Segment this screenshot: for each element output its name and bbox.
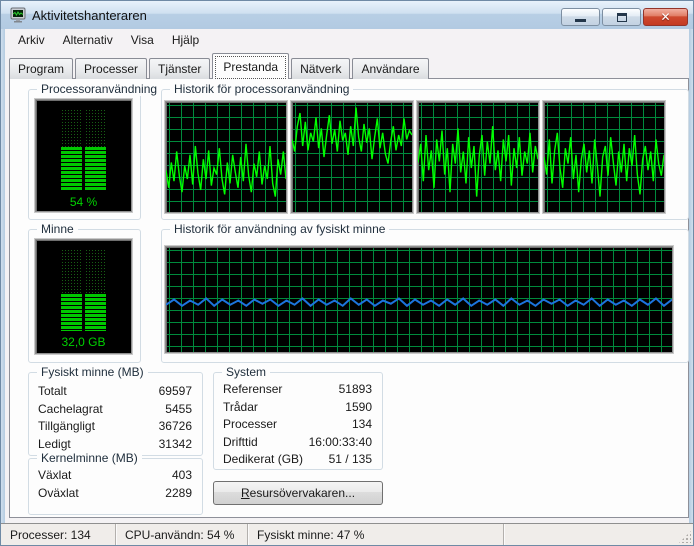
stat-row: Processer 134: [215, 416, 381, 434]
cpu-history-graph-2: [291, 101, 413, 213]
stat-label: Oväxlat: [38, 486, 79, 502]
tab-användare[interactable]: Användare: [352, 58, 428, 79]
window-frame-left: [1, 29, 5, 545]
status-panel-empty: [504, 524, 693, 545]
tab-strip: ProgramProcesserTjänsterPrestandaNätverk…: [9, 53, 431, 79]
stat-row: Totalt 69597: [30, 383, 201, 401]
cpu-history-graph-1: [165, 101, 287, 213]
menu-item-visa[interactable]: Visa: [122, 30, 163, 50]
stat-label: Referenser: [223, 382, 282, 398]
tab-processer[interactable]: Processer: [75, 58, 147, 79]
cpu-usage-meter: 54 %: [35, 99, 132, 212]
stat-value: 36726: [159, 419, 192, 435]
cpu-usage-group: Processoranvändning 54 %: [28, 89, 141, 220]
menu-bar: ArkivAlternativVisaHjälp: [5, 29, 689, 51]
stat-value: 5455: [165, 402, 192, 418]
maximize-icon: [617, 13, 627, 22]
stat-value: 51893: [339, 382, 372, 398]
menu-item-alternativ[interactable]: Alternativ: [54, 30, 122, 50]
stat-label: Trådar: [223, 400, 258, 416]
close-button[interactable]: ✕: [643, 8, 688, 26]
memory-group-label: Minne: [37, 222, 78, 236]
kernel-memory-group: Kernelminne (MB) Växlat403Oväxlat2289: [28, 458, 203, 515]
stat-label: Tillgängligt: [38, 419, 95, 435]
stat-row: Trådar 1590: [215, 399, 381, 417]
task-manager-window: Aktivitetshanteraren ✕ ArkivAlternativVi…: [0, 0, 694, 546]
stat-value: 403: [172, 468, 192, 484]
system-group-label: System: [222, 365, 270, 379]
stat-label: Ledigt: [38, 437, 71, 453]
kernel-memory-group-label: Kernelminne (MB): [37, 451, 142, 465]
stat-value: 134: [352, 417, 372, 433]
resize-grip[interactable]: [679, 531, 691, 543]
stat-label: Totalt: [38, 384, 67, 400]
memory-history-graph: [165, 246, 673, 353]
resource-monitor-button[interactable]: Resursövervakaren...: [213, 481, 383, 505]
minimize-button[interactable]: [561, 8, 600, 26]
stat-label: Processer: [223, 417, 277, 433]
stat-row: Oväxlat 2289: [30, 485, 201, 503]
system-group: System Referenser51893Trådar1590Processe…: [213, 372, 383, 470]
close-icon: ✕: [660, 11, 670, 23]
maximize-button[interactable]: [602, 8, 641, 26]
stat-value: 16:00:33:40: [309, 435, 372, 451]
cpu-history-graph-3: [417, 101, 539, 213]
minimize-icon: [575, 19, 586, 22]
stat-row: Cachelagrat 5455: [30, 401, 201, 419]
stat-value: 69597: [159, 384, 192, 400]
memory-history-group: Historik för användning av fysiskt minne: [161, 229, 689, 363]
stat-value: 31342: [159, 437, 192, 453]
memory-value: 32,0 GB: [61, 335, 105, 349]
status-panel: Processer: 134: [1, 524, 116, 545]
stat-row: Referenser 51893: [215, 381, 381, 399]
cpu-history-graph-4: [543, 101, 665, 213]
tab-tjänster[interactable]: Tjänster: [149, 58, 210, 79]
menu-item-arkiv[interactable]: Arkiv: [9, 30, 54, 50]
stat-label: Drifttid: [223, 435, 258, 451]
cpu-usage-group-label: Processoranvändning: [37, 82, 161, 96]
tab-program[interactable]: Program: [9, 58, 73, 79]
memory-meter: 32,0 GB: [35, 239, 132, 354]
physical-memory-group-label: Fysiskt minne (MB): [37, 365, 148, 379]
physical-memory-group: Fysiskt minne (MB) Totalt69597Cachelagra…: [28, 372, 203, 456]
stat-row: Växlat 403: [30, 467, 201, 485]
stat-row: Drifttid 16:00:33:40: [215, 434, 381, 452]
stat-label: Växlat: [38, 468, 71, 484]
stat-value: 51 / 135: [329, 452, 372, 468]
stat-row: Dedikerat (GB) 51 / 135: [215, 451, 381, 469]
window-frame-right: [689, 29, 693, 545]
cpu-history-group-label: Historik för processoranvändning: [170, 82, 353, 96]
status-panel: CPU-användn: 54 %: [116, 524, 248, 545]
stat-label: Cachelagrat: [38, 402, 103, 418]
app-icon: [10, 7, 26, 23]
tab-prestanda[interactable]: Prestanda: [212, 53, 289, 79]
memory-history-group-label: Historik för användning av fysiskt minne: [170, 222, 389, 236]
title-bar: Aktivitetshanteraren ✕: [1, 1, 693, 29]
stat-value: 1590: [345, 400, 372, 416]
cpu-history-group: Historik för processoranvändning: [161, 89, 689, 220]
menu-item-hjälp[interactable]: Hjälp: [163, 30, 208, 50]
status-panel: Fysiskt minne: 47 %: [248, 524, 504, 545]
stat-row: Tillgängligt 36726: [30, 418, 201, 436]
tab-nätverk[interactable]: Nätverk: [291, 58, 350, 79]
status-bar: Processer: 134CPU-användn: 54 %Fysiskt m…: [1, 523, 693, 545]
stat-value: 2289: [165, 486, 192, 502]
window-title: Aktivitetshanteraren: [32, 8, 147, 23]
stat-label: Dedikerat (GB): [223, 452, 303, 468]
memory-group: Minne 32,0 GB: [28, 229, 141, 363]
cpu-usage-value: 54 %: [70, 195, 97, 209]
